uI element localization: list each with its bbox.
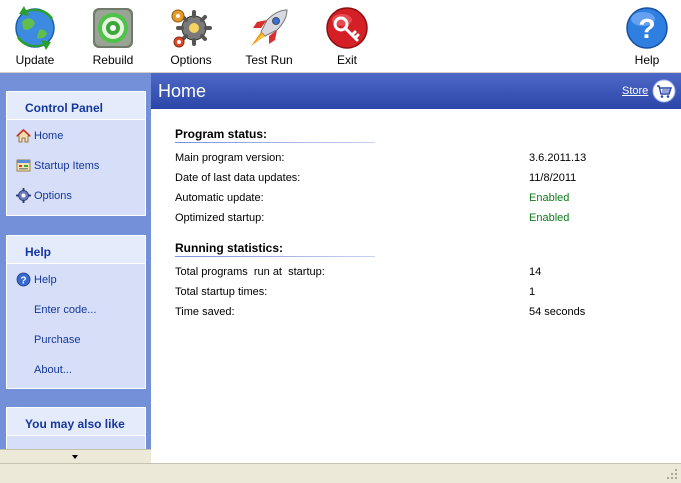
main-version-label: Main program version: [175, 152, 285, 164]
total-programs-label: Total programs run at startup: [175, 266, 325, 278]
control-panel-title: Control Panel [7, 92, 145, 120]
options-label: Options [170, 53, 212, 67]
svg-text:?: ? [638, 13, 655, 44]
sidebar-item-home-label: Home [34, 130, 64, 142]
time-saved-label: Time saved: [175, 306, 235, 318]
page-title: Home [158, 81, 207, 101]
automatic-update-value: Enabled [529, 192, 570, 204]
help-section: Help ? Help Enter code... Purchase About… [6, 235, 146, 389]
store-link[interactable]: Store [622, 85, 648, 97]
help-toolbar-label: Help [634, 53, 660, 67]
sidebar-item-enter-code[interactable]: Enter code... [7, 294, 145, 324]
sidebar-item-options[interactable]: Options [7, 180, 145, 210]
exit-button[interactable]: Exit [317, 4, 377, 70]
sidebar-item-about[interactable]: About... [7, 354, 145, 384]
help-button[interactable]: ? Help [617, 4, 677, 70]
sidebar-item-about-label: About... [34, 364, 72, 376]
sidebar-item-startup-items[interactable]: Startup Items [7, 150, 145, 180]
program-status-title: Program status: [175, 127, 268, 141]
optimized-startup-value: Enabled [529, 212, 570, 224]
test-run-button[interactable]: Test Run [239, 4, 299, 70]
status-bar [0, 463, 681, 483]
home-icon [16, 128, 31, 143]
sidebar-item-help-label: Help [34, 274, 57, 286]
svg-text:?: ? [20, 276, 26, 287]
total-startup-times-label: Total startup times: [175, 286, 268, 298]
update-button[interactable]: Update [5, 4, 65, 70]
main-version-value: 3.6.2011.13 [529, 152, 587, 164]
automatic-update-label: Automatic update: [175, 192, 264, 204]
sidebar-item-purchase-label: Purchase [34, 334, 81, 346]
rocket-icon [251, 9, 288, 46]
sidebar-item-purchase[interactable]: Purchase [7, 324, 145, 354]
test-run-label: Test Run [245, 53, 293, 67]
running-statistics-divider [175, 256, 375, 257]
resize-grip-icon[interactable] [666, 468, 678, 480]
rebuild-button[interactable]: Rebuild [83, 4, 143, 70]
program-status-divider [175, 142, 375, 143]
sidebar-item-home[interactable]: Home [7, 120, 145, 150]
control-panel-section: Control Panel Home Startup Items Options [6, 91, 146, 216]
help-section-title: Help [7, 236, 145, 264]
running-statistics-title: Running statistics: [175, 241, 284, 255]
help-question-icon: ? [626, 7, 668, 49]
also-like-title: You may also like [7, 408, 145, 436]
shopping-cart-icon[interactable] [652, 79, 676, 103]
exit-key-icon [326, 7, 368, 49]
sidebar-item-help[interactable]: ? Help [7, 264, 145, 294]
toolbar: Update Rebuild Options Test Run Exit ? H… [0, 0, 681, 73]
main-content: Home Store Program status: Main program … [151, 73, 681, 463]
help-icon: ? [16, 272, 31, 287]
optimized-startup-label: Optimized startup: [175, 212, 265, 224]
sidebar-scrollbar[interactable] [0, 449, 151, 463]
gear-icon [16, 188, 31, 203]
main-header: Home Store [151, 73, 681, 109]
total-programs-value: 14 [529, 266, 542, 278]
last-update-value: 11/8/2011 [529, 172, 577, 184]
scroll-down-arrow-icon[interactable] [72, 455, 78, 459]
rebuild-label: Rebuild [92, 53, 134, 67]
update-label: Update [15, 53, 55, 67]
sidebar-item-startup-items-label: Startup Items [34, 160, 100, 172]
sidebar: Control Panel Home Startup Items Options… [0, 73, 151, 463]
last-update-label: Date of last data updates: [175, 172, 301, 184]
exit-label: Exit [336, 53, 357, 67]
time-saved-value: 54 seconds [529, 306, 586, 318]
update-globe-icon [15, 6, 55, 50]
total-startup-times-value: 1 [529, 286, 536, 298]
sidebar-item-options-label: Options [34, 190, 72, 202]
rebuild-disc-icon [93, 8, 133, 48]
startup-items-icon [16, 159, 31, 172]
options-button[interactable]: Options [161, 4, 221, 70]
options-gears-icon [171, 9, 212, 48]
sidebar-item-enter-code-label: Enter code... [34, 304, 97, 316]
